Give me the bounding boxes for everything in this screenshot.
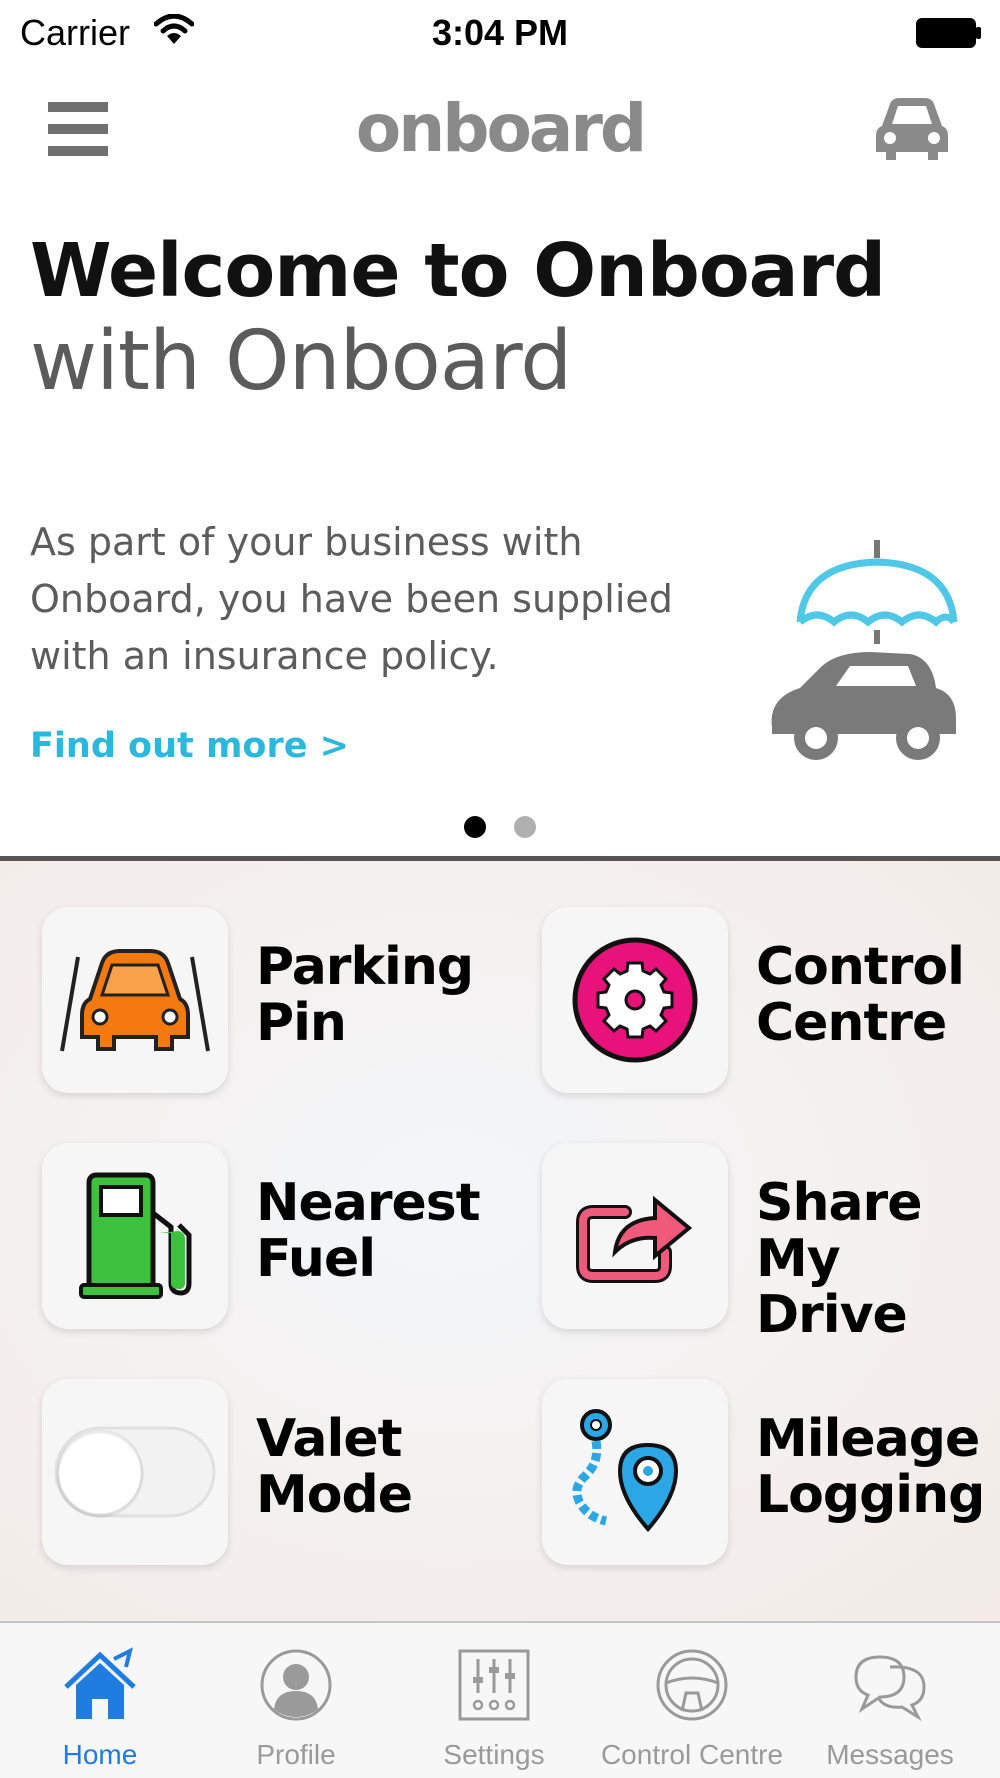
tab-messages[interactable]: Messages bbox=[790, 1623, 990, 1778]
car-icon[interactable] bbox=[874, 96, 950, 162]
valet-mode-tile[interactable]: Valet Mode bbox=[42, 1379, 472, 1565]
mileage-logging-tile[interactable]: Mileage Logging bbox=[542, 1379, 985, 1565]
parking-pin-tile[interactable]: Parking Pin bbox=[42, 907, 474, 1093]
tab-bar: Home Profile Settings Control Centre Mes… bbox=[0, 1621, 1000, 1778]
status-bar: Carrier 3:04 PM bbox=[0, 0, 1000, 68]
banner-body: As part of your business with Onboard, y… bbox=[30, 520, 673, 678]
control-centre-icon bbox=[572, 937, 698, 1063]
find-out-more-link[interactable]: Find out more > bbox=[30, 726, 349, 766]
settings-sliders-icon bbox=[458, 1649, 530, 1721]
tab-profile-label: Profile bbox=[256, 1739, 336, 1770]
tab-messages-label: Messages bbox=[826, 1739, 954, 1770]
nearest-fuel-tile[interactable]: Nearest Fuel bbox=[42, 1143, 481, 1329]
parking-pin-label: Parking Pin bbox=[256, 937, 474, 1053]
page-dot-active[interactable] bbox=[464, 816, 486, 838]
control-centre-icon-box[interactable] bbox=[542, 907, 728, 1093]
share-icon bbox=[576, 1195, 693, 1283]
tab-home[interactable]: Home bbox=[0, 1623, 200, 1778]
valet-mode-label: Valet Mode bbox=[256, 1409, 413, 1525]
nav-bar: onboard bbox=[0, 68, 1000, 198]
tab-profile[interactable]: Profile bbox=[196, 1623, 396, 1778]
insurance-umbrella-car-icon bbox=[771, 540, 958, 760]
status-time: 3:04 PM bbox=[431, 12, 569, 53]
tab-settings[interactable]: Settings bbox=[394, 1623, 594, 1778]
banner-subtitle: with Onboard bbox=[30, 314, 572, 409]
page-dot[interactable] bbox=[514, 816, 536, 838]
app-logo: onboard bbox=[355, 90, 647, 167]
map-pin-route-icon bbox=[572, 1409, 679, 1533]
battery-icon bbox=[916, 18, 981, 48]
parking-pin-icon bbox=[60, 949, 210, 1052]
tab-home-label: Home bbox=[62, 1739, 138, 1770]
control-centre-tile[interactable]: Control Centre bbox=[542, 907, 972, 1093]
home-icon bbox=[64, 1647, 136, 1719]
banner-title: Welcome to Onboard bbox=[30, 228, 886, 314]
welcome-banner[interactable]: Welcome to Onboard with Onboard As part … bbox=[0, 198, 1000, 856]
tab-control-centre-label: Control Centre bbox=[600, 1739, 784, 1770]
page-indicator[interactable] bbox=[0, 816, 1000, 842]
fuel-pump-icon bbox=[79, 1172, 192, 1299]
share-my-drive-label: Share My Drive bbox=[756, 1173, 922, 1345]
steering-wheel-icon bbox=[656, 1649, 728, 1721]
share-my-drive-tile[interactable]: Share My Drive bbox=[542, 1143, 972, 1343]
mileage-logging-label: Mileage Logging bbox=[756, 1409, 985, 1525]
toggle-switch-icon[interactable] bbox=[50, 1422, 220, 1522]
tab-control-centre[interactable]: Control Centre bbox=[592, 1623, 792, 1778]
profile-icon bbox=[260, 1649, 332, 1721]
tab-settings-label: Settings bbox=[443, 1739, 545, 1770]
messages-icon bbox=[854, 1655, 926, 1722]
mileage-logging-icon-box[interactable] bbox=[542, 1379, 728, 1565]
feature-grid: Parking Pin Control Centre Nearest Fuel … bbox=[0, 861, 1000, 1621]
share-my-drive-icon-box[interactable] bbox=[542, 1143, 728, 1329]
parking-pin-icon-box[interactable] bbox=[42, 907, 228, 1093]
nearest-fuel-label: Nearest Fuel bbox=[256, 1173, 481, 1289]
nearest-fuel-icon-box[interactable] bbox=[42, 1143, 228, 1329]
control-centre-label: Control Centre bbox=[756, 937, 965, 1053]
valet-mode-icon-box[interactable] bbox=[42, 1379, 228, 1565]
